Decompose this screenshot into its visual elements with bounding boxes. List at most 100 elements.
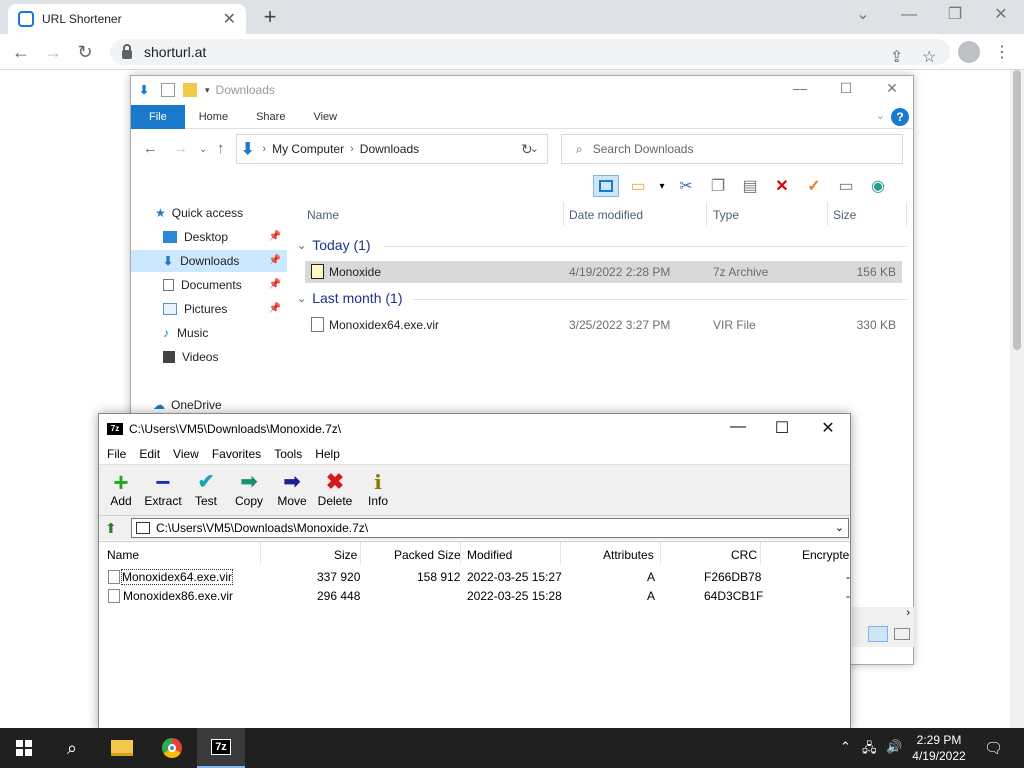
menu-view[interactable]: View: [173, 447, 199, 461]
qat-dropdown-icon[interactable]: ▾: [205, 85, 210, 96]
scroll-right-icon[interactable]: ›: [906, 607, 910, 619]
table-row[interactable]: Monoxidex86.exe.vir 296 448 2022-03-25 1…: [99, 587, 850, 606]
new-folder-menu-icon[interactable]: ▭: [625, 175, 651, 197]
sidebar-item-quick-access[interactable]: ★ Quick access: [155, 202, 243, 224]
minimize-button[interactable]: —: [886, 4, 932, 26]
sevenzip-taskbar-icon[interactable]: 7z: [197, 728, 245, 768]
large-icons-view-icon[interactable]: [894, 628, 910, 640]
tab-home[interactable]: Home: [185, 105, 242, 129]
menu-kebab-icon[interactable]: ⋮: [994, 42, 1010, 62]
close-button[interactable]: ✕: [978, 4, 1024, 26]
sidebar-item-desktop[interactable]: Desktop 📌: [163, 226, 287, 248]
column-divider[interactable]: [706, 202, 707, 226]
copy-icon[interactable]: ❐: [705, 175, 731, 197]
volume-icon[interactable]: 🔊: [886, 739, 902, 755]
column-divider[interactable]: [360, 542, 361, 564]
ribbon-expand-icon[interactable]: ⌄: [876, 109, 885, 122]
collapse-chevron-icon[interactable]: ⌄: [297, 292, 306, 305]
pin-icon[interactable]: 📌: [269, 303, 281, 314]
sidebar-item-videos[interactable]: Videos: [163, 346, 218, 368]
column-type[interactable]: Type: [713, 208, 739, 222]
sevenzip-maximize-button[interactable]: ☐: [759, 418, 805, 438]
explorer-search-input[interactable]: ⌕ Search Downloads: [561, 134, 903, 164]
extract-button[interactable]: − Extract: [141, 469, 185, 508]
file-explorer-taskbar-icon[interactable]: [98, 728, 146, 768]
add-button[interactable]: + Add: [99, 469, 143, 508]
new-folder-dropdown-icon[interactable]: ▾: [657, 175, 667, 197]
tab-view[interactable]: View: [299, 105, 351, 129]
checkmark-icon[interactable]: ✓: [801, 175, 827, 197]
column-divider[interactable]: [560, 542, 561, 564]
forward-icon[interactable]: →: [40, 40, 66, 66]
details-view-icon[interactable]: [868, 626, 888, 642]
column-divider[interactable]: [260, 542, 261, 564]
tab-search-icon[interactable]: ⌄: [840, 4, 886, 26]
sidebar-item-pictures[interactable]: Pictures 📌: [163, 298, 287, 320]
address-bar[interactable]: shorturl.at ⇪ ☆: [110, 39, 950, 66]
group-header-last-month[interactable]: ⌄ Last month (1): [297, 290, 402, 306]
explorer-close-button[interactable]: ✕: [869, 80, 915, 97]
table-row[interactable]: Monoxidex64.exe.vir 337 920 158 912 2022…: [99, 568, 850, 587]
start-button[interactable]: [0, 728, 48, 768]
up-level-icon[interactable]: ↑: [217, 140, 225, 157]
delete-icon[interactable]: ✕: [769, 175, 795, 197]
reload-icon[interactable]: ↻: [72, 40, 98, 66]
notifications-icon[interactable]: 🗨: [984, 739, 1003, 757]
explorer-maximize-button[interactable]: ☐: [823, 80, 869, 97]
tab-share[interactable]: Share: [242, 105, 299, 129]
column-date-modified[interactable]: Date modified: [569, 208, 643, 222]
delete-button[interactable]: ✖ Delete: [313, 470, 357, 509]
sevenzip-minimize-button[interactable]: —: [715, 418, 761, 436]
sevenzip-close-button[interactable]: ✕: [805, 418, 851, 438]
menu-favorites[interactable]: Favorites: [212, 447, 261, 461]
breadcrumb-downloads[interactable]: Downloads: [360, 142, 419, 156]
menu-edit[interactable]: Edit: [139, 447, 160, 461]
sidebar-item-music[interactable]: ♪ Music: [163, 322, 208, 344]
column-divider[interactable]: [563, 202, 564, 226]
cut-icon[interactable]: ✂: [673, 175, 699, 197]
info-button[interactable]: i Info: [356, 470, 400, 508]
refresh-icon[interactable]: ↻: [521, 141, 533, 158]
breadcrumb-chevron-icon[interactable]: ›: [350, 143, 354, 155]
menu-file[interactable]: File: [107, 447, 126, 461]
sidebar-item-documents[interactable]: Documents 📌: [163, 274, 287, 296]
column-divider[interactable]: [460, 542, 461, 564]
new-folder-icon[interactable]: [183, 83, 197, 97]
clock[interactable]: 2:29 PM 4/19/2022: [906, 732, 972, 764]
new-tab-button[interactable]: +: [258, 4, 282, 30]
sz-column-crc[interactable]: CRC: [731, 548, 757, 562]
tray-chevron-icon[interactable]: ⌃: [840, 739, 851, 755]
sz-column-attributes[interactable]: Attributes: [603, 548, 654, 562]
sz-column-packed-size[interactable]: Packed Size: [394, 548, 461, 562]
quick-access-down-icon[interactable]: ⬇: [139, 83, 153, 97]
pin-icon[interactable]: 📌: [269, 255, 281, 266]
recent-locations-icon[interactable]: ⌄: [199, 144, 207, 155]
menu-help[interactable]: Help: [315, 447, 340, 461]
explorer-address-box[interactable]: ⬇ › My Computer › Downloads ⌄: [236, 134, 548, 164]
column-size[interactable]: Size: [833, 208, 856, 222]
column-divider[interactable]: [660, 542, 661, 564]
copy-button[interactable]: ➡ Copy: [227, 470, 271, 508]
tab-file[interactable]: File: [131, 104, 185, 129]
breadcrumb-chevron-icon[interactable]: ›: [262, 143, 266, 155]
file-row[interactable]: Monoxidex64.exe.vir 3/25/2022 3:27 PM VI…: [305, 314, 902, 336]
group-header-today[interactable]: ⌄ Today (1): [297, 237, 371, 253]
explorer-back-icon[interactable]: ←: [143, 140, 158, 157]
sevenzip-path-input[interactable]: C:\Users\VM5\Downloads\Monoxide.7z\ ⌄: [131, 518, 849, 538]
browser-tab[interactable]: URL Shortener ✕: [8, 4, 246, 34]
folder-up-icon[interactable]: ⬆: [105, 520, 117, 537]
back-icon[interactable]: ←: [8, 40, 34, 66]
move-button[interactable]: ➡ Move: [270, 470, 314, 508]
profile-avatar-icon[interactable]: [958, 41, 980, 63]
restore-button[interactable]: ❐: [932, 4, 978, 26]
column-divider[interactable]: [760, 542, 761, 564]
pin-icon[interactable]: 📌: [269, 231, 281, 242]
sz-column-name[interactable]: Name: [107, 548, 139, 562]
help-icon[interactable]: ?: [891, 108, 909, 126]
properties-icon[interactable]: [161, 83, 175, 97]
file-row[interactable]: Monoxide 4/19/2022 2:28 PM 7z Archive 15…: [305, 261, 902, 283]
collapse-chevron-icon[interactable]: ⌄: [297, 239, 306, 252]
page-scrollbar-thumb[interactable]: [1013, 70, 1021, 350]
paste-icon[interactable]: ▤: [737, 175, 763, 197]
search-taskbar-icon[interactable]: ⌕: [48, 728, 96, 768]
